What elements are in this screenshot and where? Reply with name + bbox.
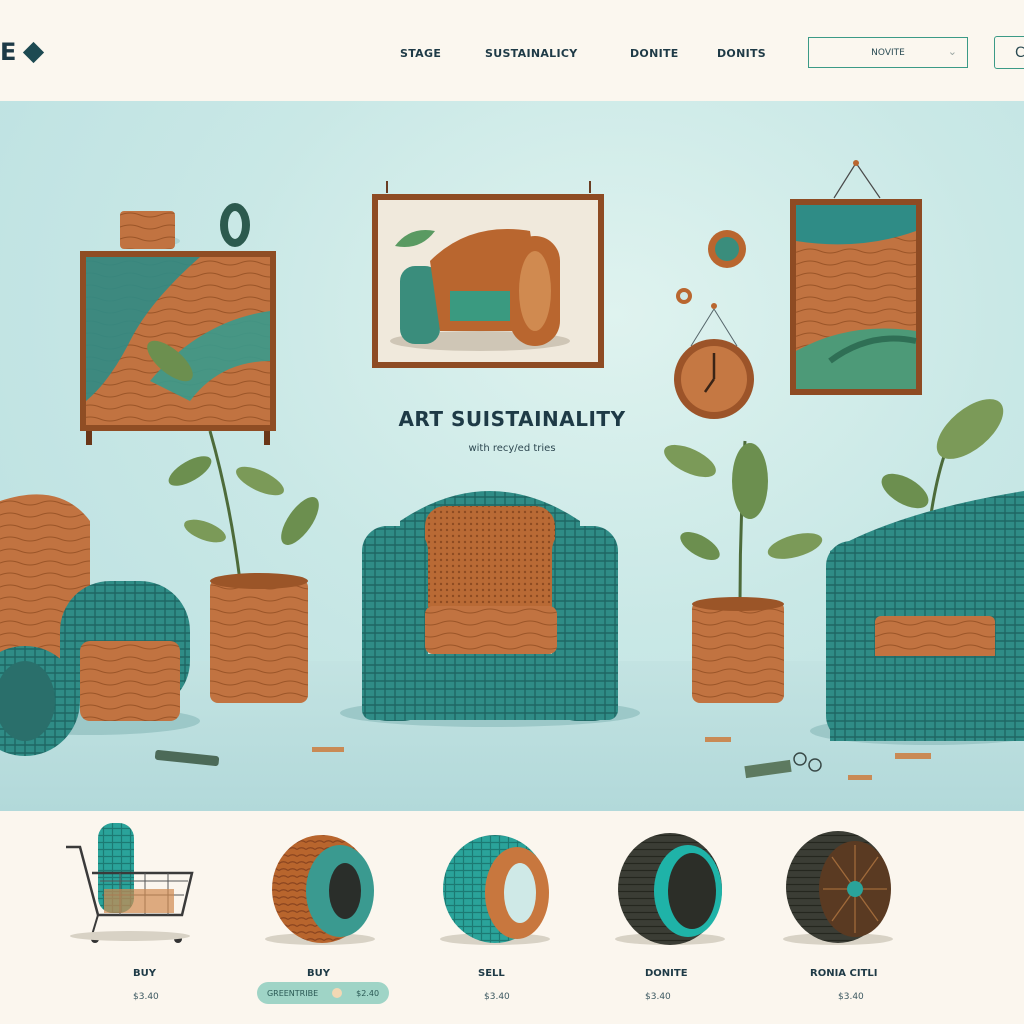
- hero-subtitle: with recy/ed tries: [468, 443, 556, 454]
- product-price: $3.40: [133, 992, 159, 1002]
- product-label-ronia-citli[interactable]: RONIA CITLI: [810, 968, 878, 979]
- dropdown-value: NOVITE: [871, 47, 905, 58]
- hero-title: ART SUISTAINALITY: [398, 407, 626, 431]
- tire-rust-icon[interactable]: [265, 835, 375, 945]
- product-price: $3.40: [838, 992, 864, 1002]
- tire-wheel-icon[interactable]: [783, 831, 893, 945]
- product-label-donite[interactable]: DONITE: [645, 968, 688, 979]
- shopping-cart-icon[interactable]: [66, 823, 194, 943]
- framed-armchair-print: [372, 181, 604, 368]
- framed-wave-art: [790, 160, 922, 395]
- product-price: $3.40: [484, 992, 510, 1002]
- header-button-label: C: [1015, 44, 1024, 61]
- armchair-center: [340, 491, 640, 727]
- product-price: $3.40: [645, 992, 671, 1002]
- wall-circles: [676, 230, 746, 347]
- armchair-left: [0, 494, 200, 756]
- coin-icon: [332, 988, 343, 998]
- product-images: [66, 823, 893, 945]
- tire-teal-icon[interactable]: [440, 835, 550, 945]
- tire-dark-icon[interactable]: [615, 833, 725, 945]
- hero-banner: ART SUISTAINALITY with recy/ed tries: [0, 101, 1024, 811]
- product-strip: BUY $3.40 BUY GREENTRIBE $2.40 SELL $3.4…: [0, 811, 1024, 1024]
- header-action-button[interactable]: C: [994, 36, 1024, 69]
- product-label-buy[interactable]: BUY: [133, 968, 156, 979]
- nav-link-stage[interactable]: STAGE: [400, 47, 441, 60]
- hero-illustration: [0, 160, 1024, 780]
- floor-scraps: [154, 737, 931, 780]
- pill-price: $2.40: [356, 988, 380, 998]
- product-label-buy-2[interactable]: BUY: [307, 968, 330, 979]
- nav-link-donite[interactable]: DONITE: [630, 47, 679, 60]
- pill-text: GREENTRIBE: [266, 988, 319, 998]
- armchair-right: [810, 491, 1024, 745]
- chevron-down-icon: ⌄: [947, 45, 957, 58]
- top-header: E STAGE SUSTAINALICY DONITE DONITS NOVIT…: [0, 0, 1024, 100]
- category-dropdown[interactable]: NOVITE ⌄: [808, 37, 968, 68]
- product-label-sell[interactable]: SELL: [478, 968, 505, 979]
- nav-link-sustainability[interactable]: SUSTAINALICY: [485, 47, 578, 60]
- green-pill-button[interactable]: GREENTRIBE $2.40: [257, 982, 389, 1004]
- nav-link-donits[interactable]: DONITS: [717, 47, 766, 60]
